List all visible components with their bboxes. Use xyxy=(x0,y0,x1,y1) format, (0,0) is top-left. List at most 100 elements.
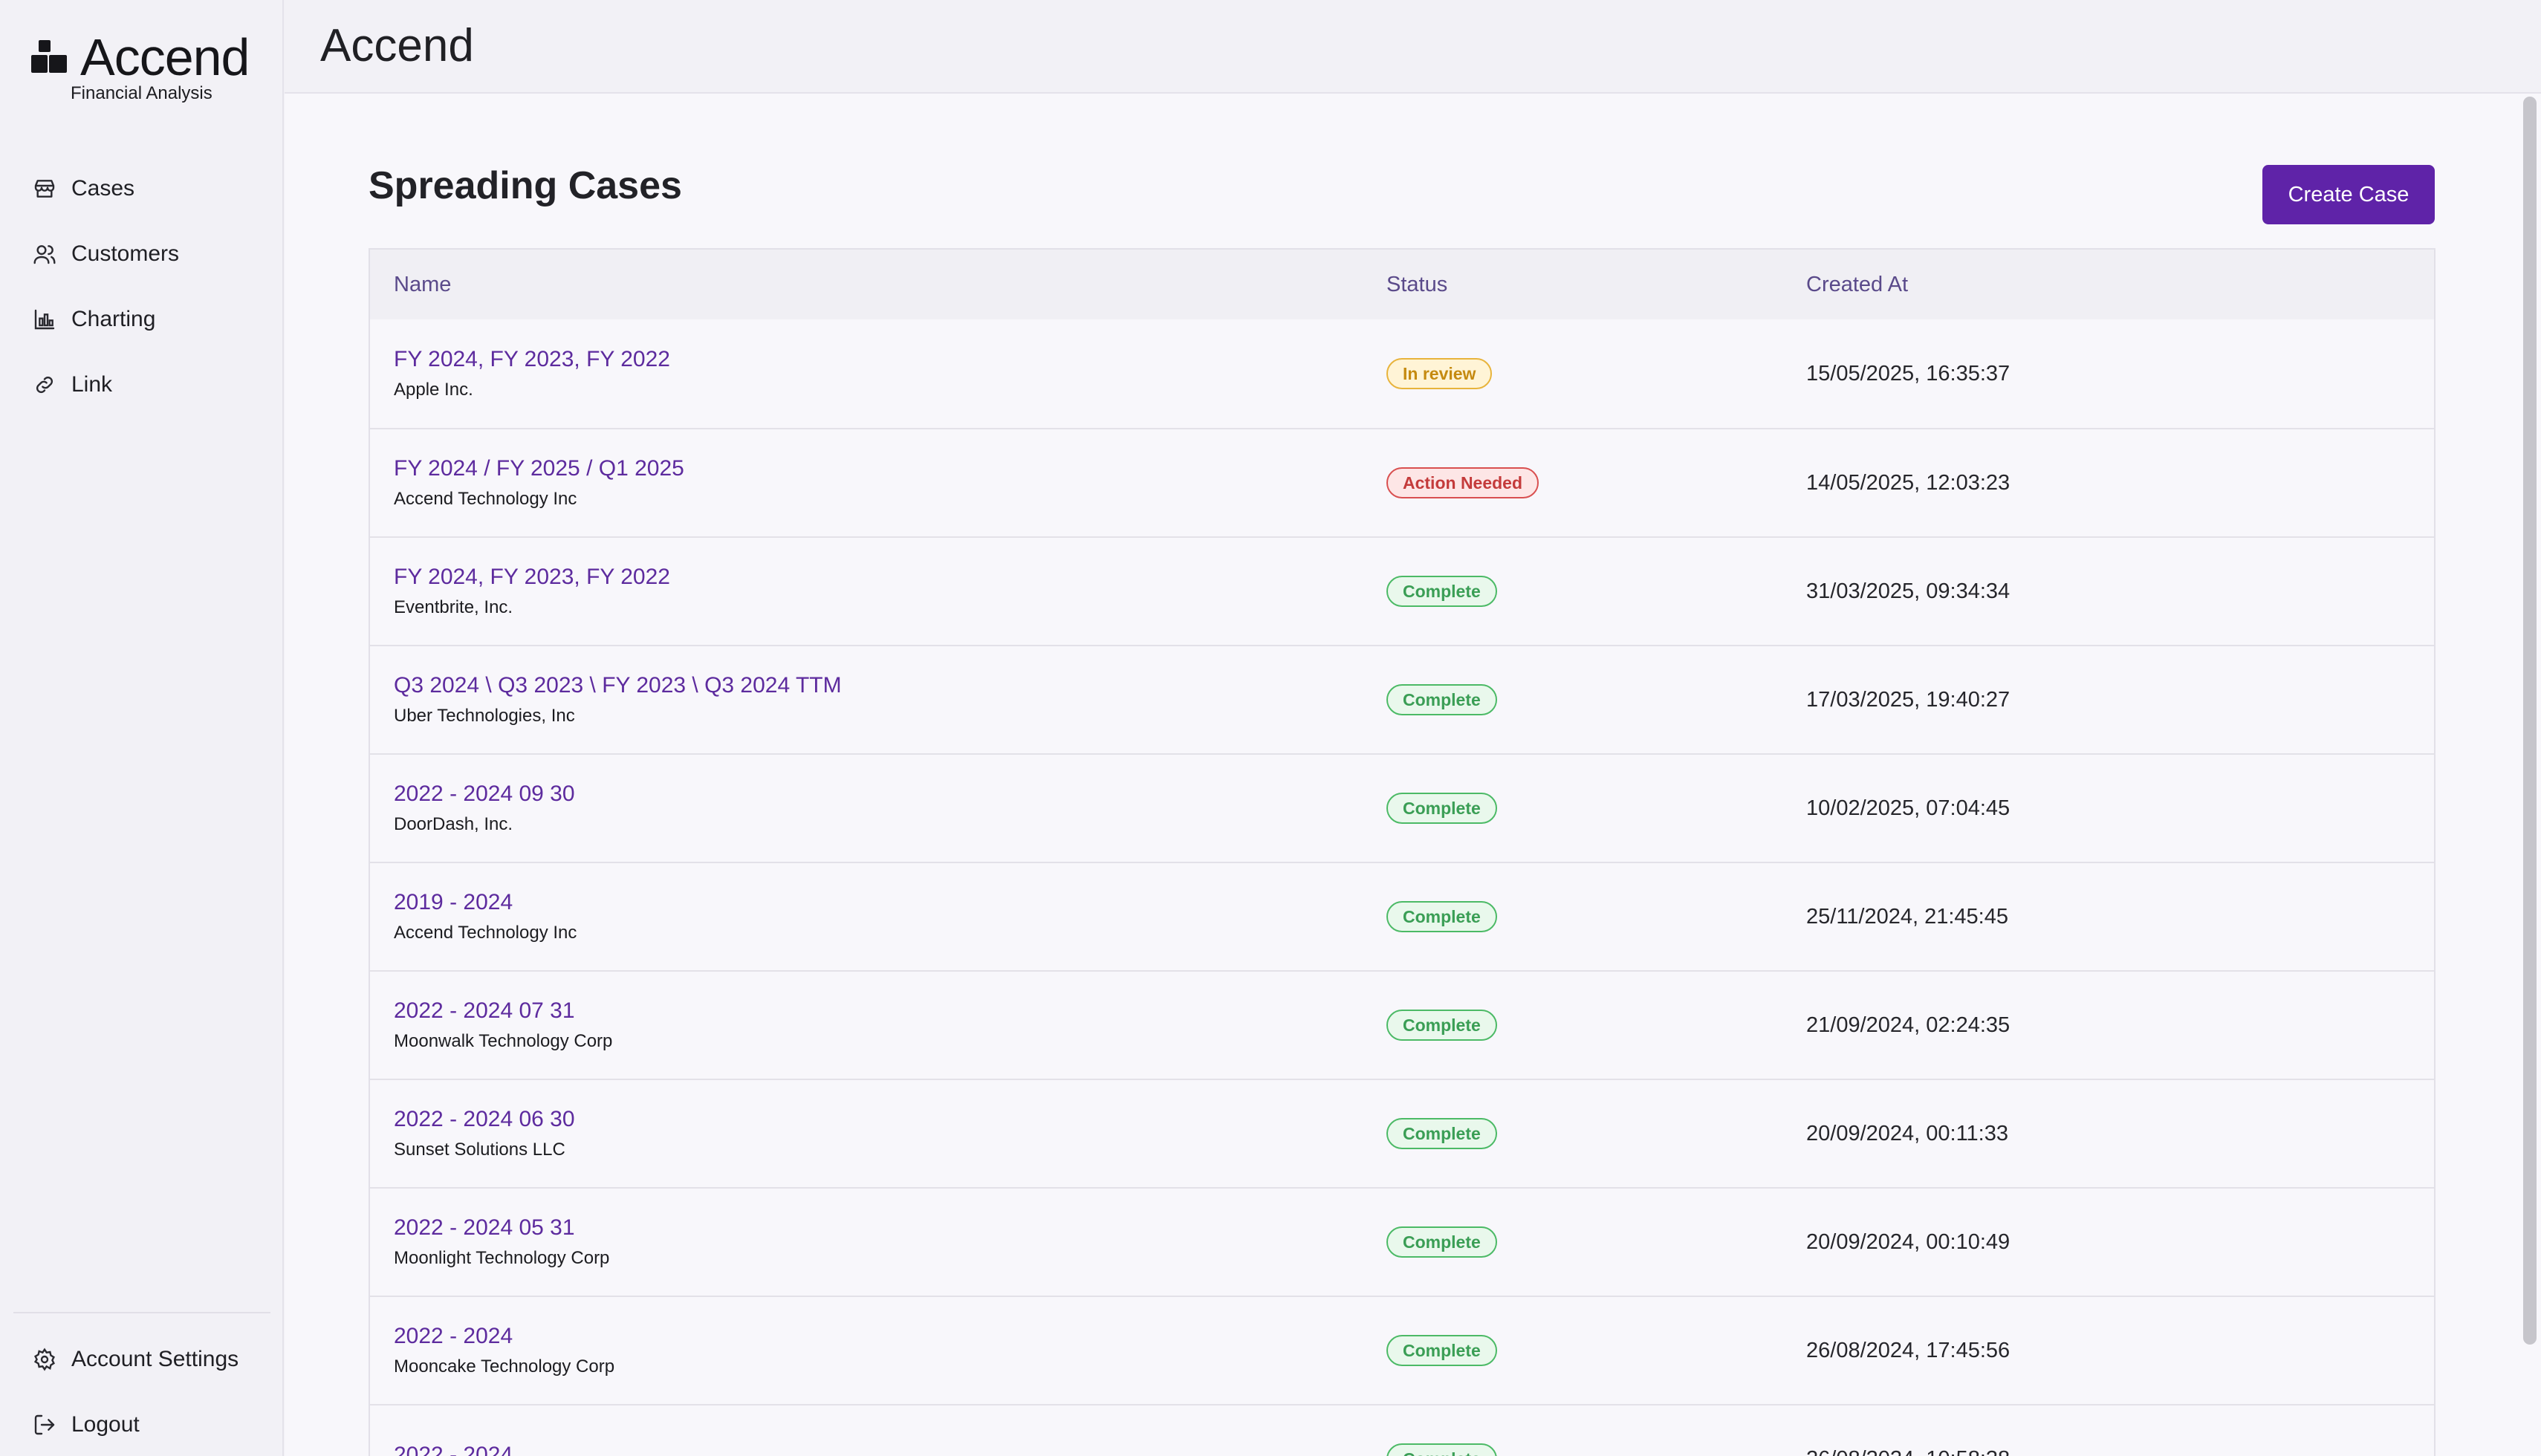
case-company: Apple Inc. xyxy=(394,380,473,400)
status-cell: Complete xyxy=(1386,901,1806,932)
column-header-created-at[interactable]: Created At xyxy=(1806,273,2434,297)
status-cell: Complete xyxy=(1386,684,1806,715)
case-title-link[interactable]: 2022 - 2024 07 31 xyxy=(394,998,1386,1024)
table-row[interactable]: 2022 - 2024 06 30 Sunset Solutions LLC Com… xyxy=(370,1079,2434,1187)
status-badge: Complete xyxy=(1386,684,1497,715)
case-company: Accend Technology Inc xyxy=(394,489,577,509)
sidebar-footer: Account Settings Logout xyxy=(13,1312,270,1456)
table-row[interactable]: 2019 - 2024 Accend Technology Inc Complete… xyxy=(370,862,2434,970)
link-icon xyxy=(36,376,53,394)
sidebar-item-label: Cases xyxy=(71,176,135,201)
status-cell: Complete xyxy=(1386,1443,1806,1456)
created-at-cell: 26/08/2024, 17:45:56 xyxy=(1806,1338,2011,1362)
sidebar: Accend Financial Analysis Cases Customer… xyxy=(0,0,284,1456)
table-row[interactable]: FY 2024, FY 2023, FY 2022 Eventbrite, Inc… xyxy=(370,536,2434,645)
column-header-status[interactable]: Status xyxy=(1386,273,1806,297)
created-at-cell: 26/08/2024, 10:58:38 xyxy=(1806,1447,2434,1456)
case-name-cell: 2022 - 2024 Mooncake Technology Corp xyxy=(370,1324,1386,1377)
created-at-cell: 21/09/2024, 02:24:35 xyxy=(1806,1013,2011,1037)
status-badge: In review xyxy=(1386,358,1493,389)
top-bar: Accend xyxy=(285,0,2541,94)
status-cell: Complete xyxy=(1386,1118,1806,1149)
sidebar-item-label: Customers xyxy=(71,241,180,266)
case-title-link[interactable]: 2022 - 2024 xyxy=(394,1443,1386,1456)
case-name-cell: 2022 - 2024 07 31 Moonwalk Technology Cor… xyxy=(370,998,1386,1052)
sidebar-nav: Cases Customers Charting Link xyxy=(33,156,270,417)
table-row[interactable]: FY 2024 / FY 2025 / Q1 2025 Accend Techno… xyxy=(370,428,2434,536)
created-at-cell: 10/02/2025, 07:04:45 xyxy=(1806,796,2011,820)
case-name-cell: 2022 - 2024 xyxy=(370,1443,1386,1456)
case-title-link[interactable]: FY 2024, FY 2023, FY 2022 xyxy=(394,347,1386,372)
case-company: DoorDash, Inc. xyxy=(394,814,513,834)
status-badge: Complete xyxy=(1386,901,1497,932)
case-name-cell: 2022 - 2024 09 30 DoorDash, Inc. xyxy=(370,781,1386,835)
created-at-cell: 31/03/2025, 09:34:34 xyxy=(1806,579,2011,603)
table-body: FY 2024, FY 2023, FY 2022 Apple Inc. In re… xyxy=(370,319,2434,1456)
status-cell: Complete xyxy=(1386,576,1806,607)
sidebar-item-charting[interactable]: Charting xyxy=(33,287,270,352)
status-cell: Complete xyxy=(1386,1226,1806,1258)
sidebar-item-label: Link xyxy=(71,372,113,397)
table-row[interactable]: 2022 - 2024 05 31 Moonlight Technology Co… xyxy=(370,1187,2434,1296)
created-at-cell: 20/09/2024, 00:10:49 xyxy=(1806,1229,2011,1254)
sidebar-item-cases[interactable]: Cases xyxy=(33,156,270,221)
table-row[interactable]: 2022 - 2024 09 30 DoorDash, Inc. Complete 1… xyxy=(370,753,2434,862)
status-cell: Complete xyxy=(1386,1335,1806,1366)
logout-link[interactable]: Logout xyxy=(13,1392,270,1456)
case-company: Moonlight Technology Corp xyxy=(394,1248,610,1268)
page-title: Accend xyxy=(320,20,474,71)
sidebar-item-label: Charting xyxy=(71,307,156,331)
section-heading: Spreading Cases xyxy=(369,164,682,207)
created-at-cell: 25/11/2024, 21:45:45 xyxy=(1806,904,2008,929)
case-company: Sunset Solutions LLC xyxy=(394,1140,565,1160)
case-title-link[interactable]: 2022 - 2024 05 31 xyxy=(394,1215,1386,1241)
sidebar-item-link[interactable]: Link xyxy=(33,352,270,417)
case-name-cell: FY 2024 / FY 2025 / Q1 2025 Accend Techno… xyxy=(370,456,1386,510)
status-badge: Action Needed xyxy=(1386,467,1539,498)
case-title-link[interactable]: Q3 2024 \ Q3 2023 \ FY 2023 \ Q3 2024 TT… xyxy=(394,673,1386,698)
case-company: Accend Technology Inc xyxy=(394,923,577,943)
main-content: Spreading Cases Create Case Name Status … xyxy=(285,94,2541,1456)
sidebar-item-customers[interactable]: Customers xyxy=(33,221,270,287)
created-at-cell: 14/05/2025, 12:03:23 xyxy=(1806,470,2011,495)
case-title-link[interactable]: 2019 - 2024 xyxy=(394,890,1386,915)
case-company: Moonwalk Technology Corp xyxy=(394,1031,613,1051)
account-settings-link[interactable]: Account Settings xyxy=(13,1327,270,1392)
table-header: Name Status Created At xyxy=(370,250,2434,319)
logout-label: Logout xyxy=(71,1412,140,1437)
table-row[interactable]: Q3 2024 \ Q3 2023 \ FY 2023 \ Q3 2024 TT… xyxy=(370,645,2434,753)
case-name-cell: 2019 - 2024 Accend Technology Inc xyxy=(370,890,1386,943)
account-settings-label: Account Settings xyxy=(71,1347,239,1371)
case-title-link[interactable]: FY 2024, FY 2023, FY 2022 xyxy=(394,565,1386,590)
app-logo[interactable]: Accend Financial Analysis xyxy=(28,30,259,104)
status-badge: Complete xyxy=(1386,1226,1497,1258)
scrollbar[interactable] xyxy=(2523,97,2537,1345)
status-badge: Complete xyxy=(1386,1443,1497,1456)
status-cell: Complete xyxy=(1386,1010,1806,1041)
table-row[interactable]: 2022 - 2024 Mooncake Technology Corp Compl… xyxy=(370,1296,2434,1404)
table-row[interactable]: 2022 - 2024 07 31 Moonwalk Technology Cor… xyxy=(370,970,2434,1079)
gear-icon xyxy=(33,1348,55,1371)
table-row[interactable]: FY 2024, FY 2023, FY 2022 Apple Inc. In re… xyxy=(370,319,2434,428)
case-title-link[interactable]: 2022 - 2024 09 30 xyxy=(394,781,1386,807)
bar-chart-icon xyxy=(34,309,55,330)
case-name-cell: Q3 2024 \ Q3 2023 \ FY 2023 \ Q3 2024 TT… xyxy=(370,673,1386,727)
logout-icon xyxy=(34,1414,55,1435)
column-header-name[interactable]: Name xyxy=(370,273,1386,297)
status-badge: Complete xyxy=(1386,1118,1497,1149)
store-icon xyxy=(34,180,55,198)
case-title-link[interactable]: FY 2024 / FY 2025 / Q1 2025 xyxy=(394,456,1386,481)
status-cell: In review xyxy=(1386,358,1806,389)
create-case-button[interactable]: Create Case xyxy=(2262,165,2435,224)
case-company: Eventbrite, Inc. xyxy=(394,597,513,617)
case-name-cell: 2022 - 2024 05 31 Moonlight Technology Co… xyxy=(370,1215,1386,1269)
case-title-link[interactable]: 2022 - 2024 06 30 xyxy=(394,1107,1386,1132)
case-company: Mooncake Technology Corp xyxy=(394,1356,615,1377)
app-name: Accend xyxy=(80,28,250,86)
case-title-link[interactable]: 2022 - 2024 xyxy=(394,1324,1386,1349)
table-row[interactable]: 2022 - 2024Complete 26/08/2024, 10:58:38 xyxy=(370,1404,2434,1456)
case-name-cell: 2022 - 2024 06 30 Sunset Solutions LLC xyxy=(370,1107,1386,1160)
status-badge: Complete xyxy=(1386,1335,1497,1366)
created-at-cell: 17/03/2025, 19:40:27 xyxy=(1806,687,2011,712)
logo-mark-icon xyxy=(31,40,67,73)
